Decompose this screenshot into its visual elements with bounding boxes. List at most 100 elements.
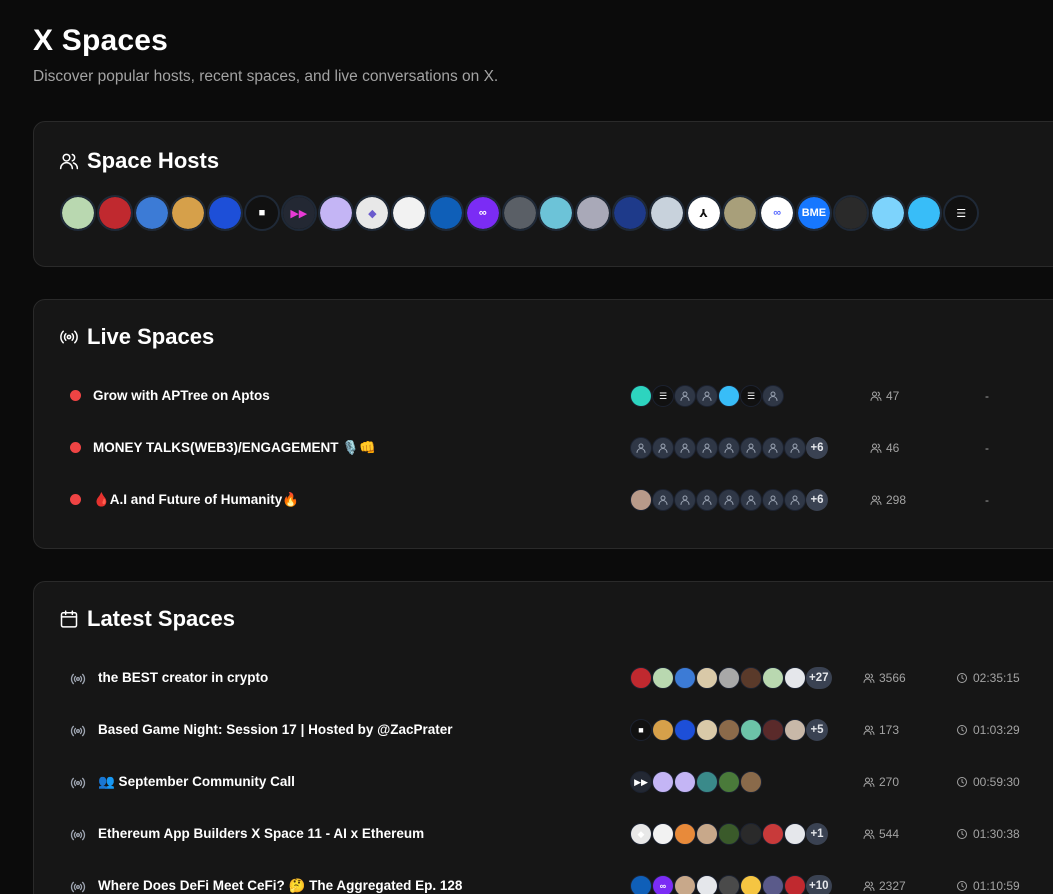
host-avatar[interactable]: ▶▶: [280, 195, 317, 231]
host-avatar[interactable]: ∞: [759, 195, 796, 231]
host-avatar[interactable]: ∞: [464, 195, 501, 231]
participant-avatar[interactable]: [696, 823, 718, 845]
placeholder-avatar[interactable]: [718, 489, 740, 511]
host-avatar[interactable]: ■: [243, 195, 280, 231]
placeholder-avatar[interactable]: [652, 489, 674, 511]
placeholder-avatar[interactable]: [762, 489, 784, 511]
participant-avatar[interactable]: [718, 667, 740, 689]
placeholder-avatar[interactable]: [740, 489, 762, 511]
participant-avatar[interactable]: [740, 771, 762, 793]
host-avatar[interactable]: [832, 195, 869, 231]
participant-avatar[interactable]: [674, 667, 696, 689]
participant-avatar[interactable]: [762, 875, 784, 894]
participant-avatar[interactable]: [784, 667, 806, 689]
host-avatar[interactable]: [906, 195, 943, 231]
participant-avatar[interactable]: ◆: [630, 823, 652, 845]
space-row[interactable]: Where Does DeFi Meet CeFi? 🤔 The Aggrega…: [34, 860, 1053, 894]
participant-avatar[interactable]: [696, 667, 718, 689]
participant-avatar[interactable]: [674, 771, 696, 793]
participant-avatar[interactable]: [630, 667, 652, 689]
participant-avatar[interactable]: [740, 823, 762, 845]
participant-avatar[interactable]: [696, 719, 718, 741]
host-avatar[interactable]: [207, 195, 244, 231]
participant-avatar[interactable]: [674, 875, 696, 894]
participant-avatar[interactable]: [652, 823, 674, 845]
participant-avatar[interactable]: [784, 719, 806, 741]
participant-avatar[interactable]: [696, 875, 718, 894]
participant-avatar[interactable]: [674, 719, 696, 741]
space-title[interactable]: the BEST creator in crypto: [98, 670, 268, 685]
space-row[interactable]: the BEST creator in crypto +27 3566 02:35:1…: [34, 652, 1053, 704]
participant-avatar[interactable]: [762, 667, 784, 689]
host-avatar[interactable]: [133, 195, 170, 231]
placeholder-avatar[interactable]: [674, 437, 696, 459]
space-title[interactable]: Based Game Night: Session 17 | Hosted by…: [98, 722, 453, 737]
placeholder-avatar[interactable]: [784, 489, 806, 511]
space-title[interactable]: 👥 September Community Call: [98, 774, 295, 790]
participant-avatar[interactable]: [696, 771, 718, 793]
space-row[interactable]: MONEY TALKS(WEB3)/ENGAGEMENT 🎙️👊 +6 46 -: [34, 422, 1053, 474]
participant-avatar[interactable]: [630, 489, 652, 511]
participant-avatar[interactable]: ▶▶: [630, 771, 652, 793]
participant-avatar[interactable]: [630, 875, 652, 894]
participant-avatar[interactable]: [784, 823, 806, 845]
host-avatar[interactable]: [538, 195, 575, 231]
placeholder-avatar[interactable]: [762, 437, 784, 459]
space-title[interactable]: Grow with APTree on Aptos: [93, 388, 270, 403]
host-avatar[interactable]: ☰: [943, 195, 980, 231]
space-title[interactable]: 🩸A.I and Future of Humanity🔥: [93, 492, 299, 508]
host-avatar[interactable]: [391, 195, 428, 231]
placeholder-avatar[interactable]: [652, 437, 674, 459]
participant-avatar[interactable]: [762, 719, 784, 741]
participant-avatar[interactable]: [718, 719, 740, 741]
participant-avatar[interactable]: [652, 667, 674, 689]
participant-avatar[interactable]: [718, 823, 740, 845]
placeholder-avatar[interactable]: [696, 489, 718, 511]
host-avatar[interactable]: [501, 195, 538, 231]
host-avatar[interactable]: [869, 195, 906, 231]
host-avatar[interactable]: [60, 195, 96, 231]
placeholder-avatar[interactable]: [784, 437, 806, 459]
participant-avatar[interactable]: [674, 823, 696, 845]
space-row[interactable]: Ethereum App Builders X Space 11 - AI x …: [34, 808, 1053, 860]
participant-avatar[interactable]: ■: [630, 719, 652, 741]
participant-avatar[interactable]: [740, 667, 762, 689]
host-avatar[interactable]: [427, 195, 464, 231]
host-avatar[interactable]: [648, 195, 685, 231]
participant-avatar[interactable]: [718, 771, 740, 793]
participant-avatar[interactable]: ☰: [740, 385, 762, 407]
host-avatar[interactable]: [611, 195, 648, 231]
placeholder-avatar[interactable]: [674, 489, 696, 511]
participant-avatar[interactable]: ☰: [652, 385, 674, 407]
participant-avatar[interactable]: [784, 875, 806, 894]
host-avatar[interactable]: [317, 195, 354, 231]
host-avatar[interactable]: ⅄: [685, 195, 722, 231]
space-title[interactable]: MONEY TALKS(WEB3)/ENGAGEMENT 🎙️👊: [93, 440, 376, 456]
placeholder-avatar[interactable]: [740, 437, 762, 459]
host-avatar[interactable]: [575, 195, 612, 231]
participant-avatar[interactable]: [630, 385, 652, 407]
host-avatar[interactable]: [96, 195, 133, 231]
host-avatar[interactable]: [722, 195, 759, 231]
participant-avatar[interactable]: [718, 385, 740, 407]
placeholder-avatar[interactable]: [674, 385, 696, 407]
placeholder-avatar[interactable]: [630, 437, 652, 459]
space-title[interactable]: Ethereum App Builders X Space 11 - AI x …: [98, 826, 424, 841]
participant-avatar[interactable]: [740, 719, 762, 741]
participant-avatar[interactable]: [762, 823, 784, 845]
host-avatar[interactable]: ◆: [354, 195, 391, 231]
participant-avatar[interactable]: [740, 875, 762, 894]
placeholder-avatar[interactable]: [718, 437, 740, 459]
space-row[interactable]: Based Game Night: Session 17 | Hosted by…: [34, 704, 1053, 756]
space-row[interactable]: 🩸A.I and Future of Humanity🔥 +6 298 -: [34, 474, 1053, 526]
host-avatar[interactable]: [170, 195, 207, 231]
placeholder-avatar[interactable]: [696, 385, 718, 407]
space-title[interactable]: Where Does DeFi Meet CeFi? 🤔 The Aggrega…: [98, 878, 462, 894]
participant-avatar[interactable]: [652, 719, 674, 741]
participant-avatar[interactable]: [718, 875, 740, 894]
participant-avatar[interactable]: ∞: [652, 875, 674, 894]
space-row[interactable]: Grow with APTree on Aptos ☰ ☰ 47-: [34, 370, 1053, 422]
space-row[interactable]: 👥 September Community Call ▶▶ 270 00:59:30: [34, 756, 1053, 808]
placeholder-avatar[interactable]: [696, 437, 718, 459]
placeholder-avatar[interactable]: [762, 385, 784, 407]
